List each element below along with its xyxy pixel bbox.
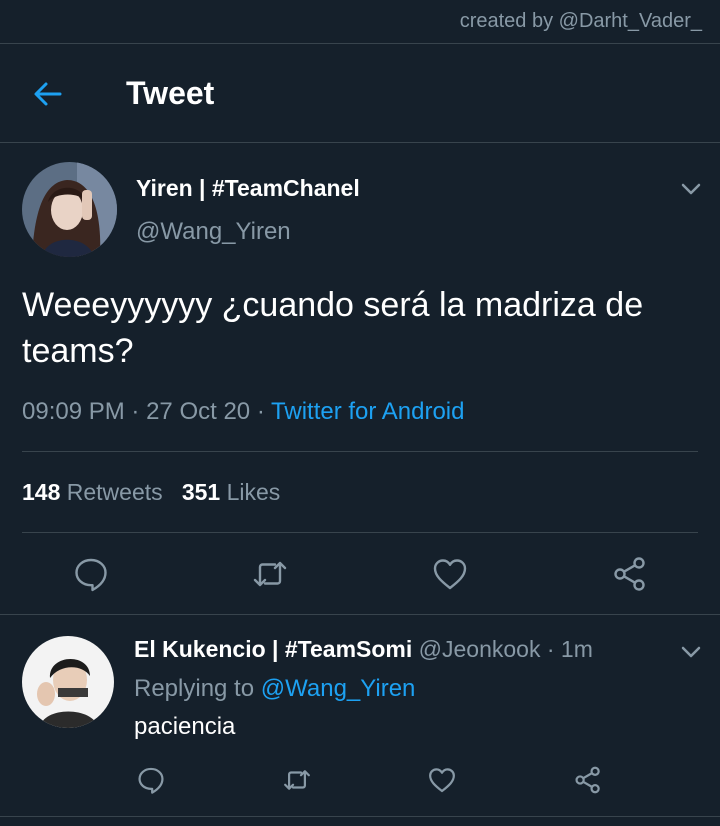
- comment-icon: [75, 558, 107, 592]
- watermark-credit: created by @Darht_Vader_: [459, 10, 702, 32]
- reply-retweet-button[interactable]: [282, 765, 312, 795]
- replying-to-line: Replying to @Wang_Yiren: [134, 675, 416, 702]
- divider: [0, 614, 720, 615]
- retweet-icon: [253, 561, 287, 587]
- tweet-date: 27 Oct 20: [146, 398, 251, 425]
- reply-text: paciencia: [134, 713, 236, 740]
- reply-button[interactable]: [72, 555, 110, 593]
- retweet-button[interactable]: [251, 555, 289, 593]
- likes-stat[interactable]: 351 Likes: [182, 479, 280, 505]
- reply-time: 1m: [560, 636, 593, 662]
- reply-author-avatar[interactable]: [22, 636, 114, 728]
- replying-to-mention[interactable]: @Wang_Yiren: [261, 675, 416, 702]
- reply-author-name[interactable]: El Kukencio | #TeamSomi: [134, 636, 412, 662]
- reply-menu-button[interactable]: [678, 639, 704, 665]
- author-name[interactable]: Yiren | #TeamChanel: [136, 175, 360, 202]
- reply-author-line: El Kukencio | #TeamSomi @Jeonkook · 1m: [134, 636, 593, 662]
- reply-like-button[interactable]: [427, 765, 457, 795]
- divider: [22, 451, 698, 452]
- tweet-time: 09:09 PM: [22, 398, 125, 425]
- chevron-down-icon: [681, 646, 701, 658]
- comment-icon: [138, 767, 164, 794]
- retweet-icon: [284, 770, 310, 790]
- author-avatar[interactable]: [22, 162, 117, 257]
- chevron-down-icon: [681, 183, 701, 195]
- page-title: Tweet: [126, 75, 215, 111]
- divider: [0, 816, 720, 817]
- reply-reply-button[interactable]: [136, 765, 166, 795]
- divider: [0, 142, 720, 143]
- share-icon: [575, 766, 600, 794]
- reply-author-handle[interactable]: @Jeonkook: [419, 636, 541, 662]
- author-handle[interactable]: @Wang_Yiren: [136, 218, 291, 246]
- share-button[interactable]: [611, 555, 649, 593]
- heart-icon: [433, 559, 467, 590]
- reply-share-button[interactable]: [573, 765, 603, 795]
- app-bar: Tweet: [0, 44, 720, 142]
- back-button[interactable]: [32, 78, 64, 110]
- tweet-meta: 09:09 PM · 27 Oct 20 · Twitter for Andro…: [22, 398, 465, 425]
- arrow-left-icon: [34, 82, 62, 106]
- tweet-source-link[interactable]: Twitter for Android: [271, 398, 464, 425]
- retweets-stat[interactable]: 148 Retweets: [22, 479, 163, 505]
- heart-icon: [429, 768, 455, 793]
- share-icon: [614, 557, 645, 591]
- tweet-menu-button[interactable]: [678, 176, 704, 202]
- tweet-text: Weeeyyyyyy ¿cuando será la madriza de te…: [22, 286, 644, 370]
- tweet-stats: 148 Retweets 351 Likes: [22, 479, 280, 506]
- like-button[interactable]: [431, 555, 469, 593]
- divider: [22, 532, 698, 533]
